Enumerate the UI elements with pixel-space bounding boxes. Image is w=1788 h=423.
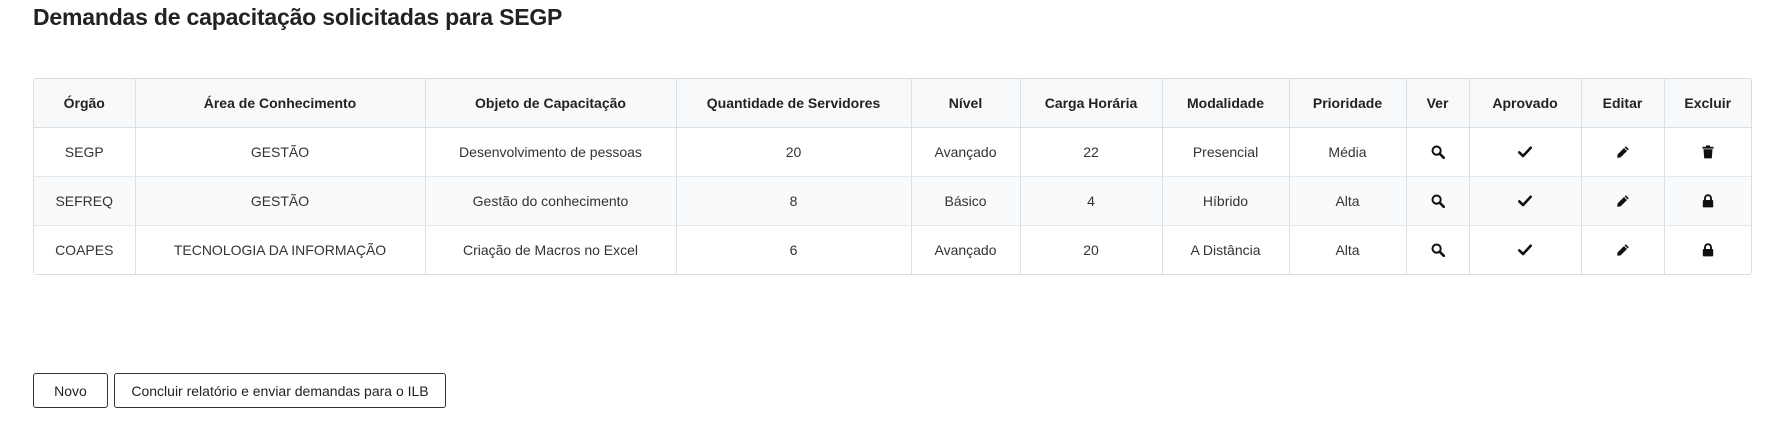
- trash-icon[interactable]: [1697, 141, 1719, 163]
- cell-area: GESTÃO: [135, 176, 426, 226]
- column-header-orgao: Órgão: [34, 79, 136, 128]
- column-header-prioridade: Prioridade: [1289, 79, 1407, 128]
- cell-orgao: SEFREQ: [34, 176, 136, 226]
- table-row: SEFREQ GESTÃO Gestão do conhecimento 8 B…: [34, 176, 1751, 226]
- pencil-icon[interactable]: [1612, 239, 1634, 261]
- cell-nivel: Básico: [911, 176, 1021, 226]
- cell-orgao: SEGP: [34, 127, 136, 177]
- column-header-editar: Editar: [1581, 79, 1665, 128]
- cell-nivel: Avançado: [911, 127, 1021, 177]
- cell-ver: [1406, 225, 1470, 274]
- cell-carga: 22: [1020, 127, 1163, 177]
- cell-aprovado: [1469, 176, 1582, 226]
- cell-excluir: [1664, 225, 1751, 274]
- pencil-icon[interactable]: [1612, 190, 1634, 212]
- cell-excluir: [1664, 127, 1751, 177]
- column-header-modalidade: Modalidade: [1162, 79, 1290, 128]
- concluir-relatorio-button[interactable]: Concluir relatório e enviar demandas par…: [114, 373, 446, 408]
- table-row: COAPES TECNOLOGIA DA INFORMAÇÃO Criação …: [34, 225, 1751, 274]
- demands-table: Órgão Área de Conhecimento Objeto de Cap…: [34, 79, 1751, 274]
- page-title: Demandas de capacitação solicitadas para…: [33, 4, 563, 30]
- search-icon[interactable]: [1427, 190, 1449, 212]
- column-header-objeto: Objeto de Capacitação: [425, 79, 677, 128]
- cell-prioridade: Alta: [1289, 176, 1407, 226]
- cell-objeto: Criação de Macros no Excel: [425, 225, 677, 274]
- cell-aprovado: [1469, 225, 1582, 274]
- column-header-nivel: Nível: [911, 79, 1021, 128]
- lock-icon: [1697, 190, 1719, 212]
- cell-quantidade: 6: [676, 225, 912, 274]
- cell-prioridade: Média: [1289, 127, 1407, 177]
- cell-prioridade: Alta: [1289, 225, 1407, 274]
- column-header-ver: Ver: [1406, 79, 1470, 128]
- demands-table-container: Órgão Área de Conhecimento Objeto de Cap…: [33, 78, 1752, 275]
- table-row: SEGP GESTÃO Desenvolvimento de pessoas 2…: [34, 127, 1751, 177]
- cell-objeto: Desenvolvimento de pessoas: [425, 127, 677, 177]
- cell-quantidade: 8: [676, 176, 912, 226]
- column-header-aprovado: Aprovado: [1469, 79, 1582, 128]
- cell-ver: [1406, 127, 1470, 177]
- checkmark-icon[interactable]: [1514, 190, 1536, 212]
- cell-modalidade: Híbrido: [1162, 176, 1290, 226]
- column-header-excluir: Excluir: [1664, 79, 1751, 128]
- page: Demandas de capacitação solicitadas para…: [0, 0, 1788, 423]
- cell-objeto: Gestão do conhecimento: [425, 176, 677, 226]
- cell-editar: [1581, 225, 1665, 274]
- cell-aprovado: [1469, 127, 1582, 177]
- cell-modalidade: Presencial: [1162, 127, 1290, 177]
- cell-modalidade: A Distância: [1162, 225, 1290, 274]
- cell-editar: [1581, 127, 1665, 177]
- cell-ver: [1406, 176, 1470, 226]
- checkmark-icon[interactable]: [1514, 141, 1536, 163]
- pencil-icon[interactable]: [1612, 141, 1634, 163]
- cell-quantidade: 20: [676, 127, 912, 177]
- cell-excluir: [1664, 176, 1751, 226]
- cell-nivel: Avançado: [911, 225, 1021, 274]
- cell-carga: 20: [1020, 225, 1163, 274]
- novo-button[interactable]: Novo: [33, 373, 108, 408]
- column-header-carga: Carga Horária: [1020, 79, 1163, 128]
- search-icon[interactable]: [1427, 141, 1449, 163]
- column-header-area: Área de Conhecimento: [135, 79, 426, 128]
- cell-editar: [1581, 176, 1665, 226]
- cell-area: TECNOLOGIA DA INFORMAÇÃO: [135, 225, 426, 274]
- cell-area: GESTÃO: [135, 127, 426, 177]
- cell-carga: 4: [1020, 176, 1163, 226]
- search-icon[interactable]: [1427, 239, 1449, 261]
- lock-icon: [1697, 239, 1719, 261]
- checkmark-icon[interactable]: [1514, 239, 1536, 261]
- column-header-quantidade: Quantidade de Servidores: [676, 79, 912, 128]
- cell-orgao: COAPES: [34, 225, 136, 274]
- table-header-row: Órgão Área de Conhecimento Objeto de Cap…: [34, 79, 1751, 128]
